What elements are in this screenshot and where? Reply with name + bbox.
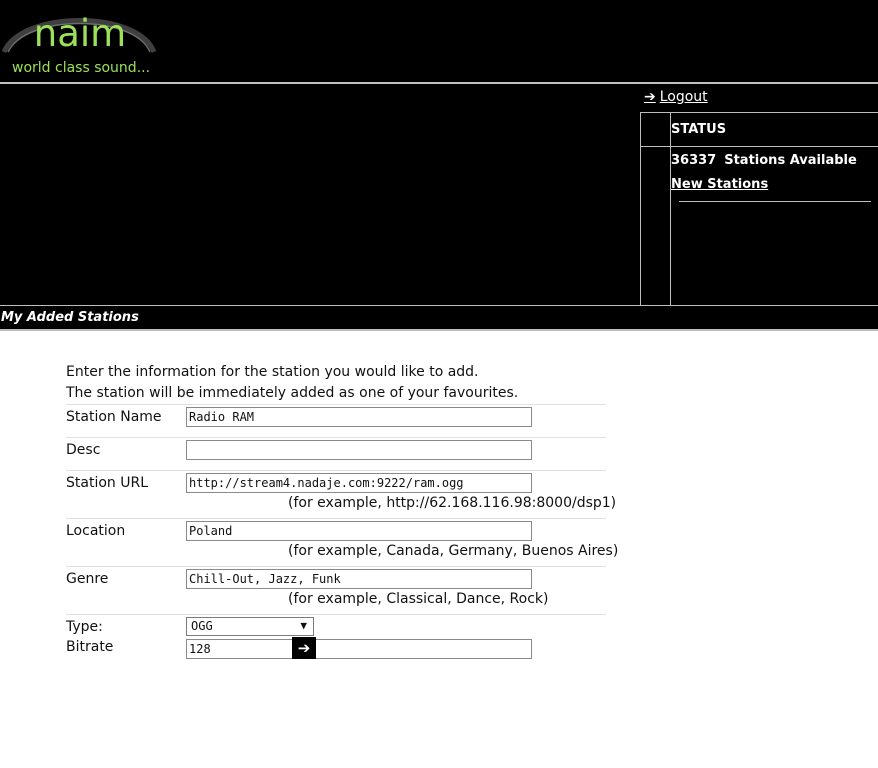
station-url-example: (for example, http://62.168.116.98:8000/… (288, 495, 617, 511)
stations-available: 36337 Stations Available (671, 153, 857, 168)
add-station-form: Enter the information for the station yo… (66, 362, 618, 661)
new-stations-link[interactable]: New Stations (671, 177, 768, 192)
type-select[interactable]: OGG ▼ (186, 617, 314, 636)
station-name-row: Station Name (66, 405, 606, 437)
arrow-right-icon: ➔ (297, 639, 311, 657)
type-selected-value: OGG (191, 619, 213, 633)
desc-row: Desc (66, 438, 606, 470)
location-input[interactable] (186, 521, 532, 541)
status-title-rule (641, 146, 878, 147)
genre-label: Genre (66, 571, 109, 587)
genre-example: (for example, Classical, Dance, Rock) (288, 591, 549, 607)
station-count: 36337 (671, 153, 717, 168)
desc-label: Desc (66, 442, 101, 458)
intro-line-2: The station will be immediately added as… (66, 385, 519, 401)
location-example: (for example, Canada, Germany, Buenos Ai… (288, 543, 619, 559)
station-url-label: Station URL (66, 475, 148, 491)
caret-down-icon: ▼ (300, 619, 307, 632)
station-url-row: Station URL (for example, http://62.168.… (66, 471, 616, 518)
status-panel: STATUS 36337 Stations Available New Stati… (640, 112, 878, 306)
station-name-input[interactable] (186, 407, 532, 427)
logout-link[interactable]: ➔ Logout (644, 88, 708, 106)
tagline: world class sound... (12, 60, 151, 76)
bitrate-input[interactable] (186, 639, 532, 659)
site-header: naim world class sound... (0, 0, 878, 82)
status-title: STATUS (671, 122, 727, 137)
new-stations-rule (679, 201, 871, 202)
section-title: My Added Stations (1, 310, 139, 325)
genre-input[interactable] (186, 569, 532, 589)
type-label: Type: (66, 619, 103, 635)
intro-line-1: Enter the information for the station yo… (66, 364, 479, 380)
status-panel-divider (670, 113, 671, 306)
location-label: Location (66, 523, 126, 539)
genre-row: Genre (for example, Classical, Dance, Ro… (66, 567, 606, 614)
arrow-right-icon: ➔ (644, 89, 656, 105)
submit-button[interactable]: ➔ (292, 637, 316, 659)
bitrate-label: Bitrate (66, 639, 114, 655)
bitrate-row: Bitrate ➔ (66, 637, 606, 661)
desc-input[interactable] (186, 440, 532, 460)
logo-text: naim (34, 12, 126, 55)
logout-label: Logout (659, 89, 708, 105)
location-row: Location (for example, Canada, Germany, … (66, 519, 618, 566)
station-name-label: Station Name (66, 409, 162, 425)
station-url-input[interactable] (186, 473, 532, 493)
section-header: My Added Stations (0, 305, 878, 331)
type-row: Type: OGG ▼ (66, 615, 606, 637)
naim-logo-icon: naim (2, 12, 157, 55)
station-count-suffix: Stations Available (724, 153, 857, 168)
